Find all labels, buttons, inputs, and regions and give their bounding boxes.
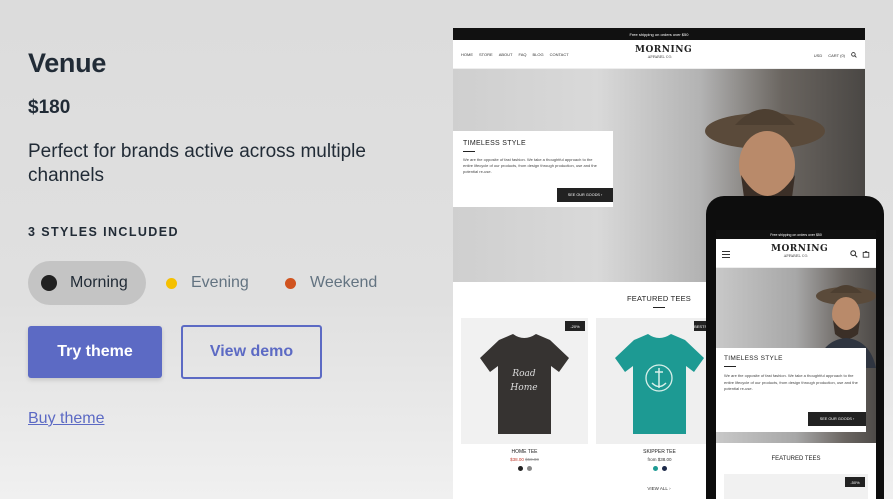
nav-link-blog[interactable]: BLOG bbox=[533, 52, 544, 57]
nav-link-about[interactable]: ABOUT bbox=[499, 52, 513, 57]
theme-title: Venue bbox=[28, 48, 107, 78]
style-selector: Morning Evening Weekend bbox=[28, 261, 448, 305]
black-tee-image: Road Home bbox=[480, 334, 569, 434]
nav-link-faq[interactable]: FAQ bbox=[519, 52, 527, 57]
theme-price: $180 bbox=[28, 97, 71, 118]
search-icon[interactable] bbox=[851, 52, 857, 58]
logo-wordmark: MORNING bbox=[771, 244, 829, 254]
product-price: $38.00 $50.00 bbox=[461, 457, 588, 462]
morning-color-dot bbox=[41, 275, 57, 291]
evening-color-dot bbox=[166, 277, 177, 289]
mobile-header: MORNING APPAREL CO. bbox=[716, 239, 876, 268]
store-nav-right: USD CART (0) bbox=[814, 52, 857, 58]
menu-icon[interactable] bbox=[722, 251, 730, 258]
cart-link[interactable]: CART (0) bbox=[828, 53, 845, 58]
announcement-bar: Free shipping on orders over $50 bbox=[453, 28, 865, 40]
view-demo-button[interactable]: View demo bbox=[181, 325, 322, 379]
product-compare-price: $50.00 bbox=[525, 457, 539, 462]
nav-link-contact[interactable]: CONTACT bbox=[550, 52, 569, 57]
mobile-hero-banner: TIMELESS STYLE We are the opposite of fa… bbox=[716, 268, 876, 443]
nav-link-home[interactable]: HOME bbox=[461, 52, 473, 57]
swatch-navy[interactable] bbox=[661, 466, 667, 471]
mobile-announcement-bar: Free shipping on orders over $50 bbox=[716, 230, 876, 239]
mobile-hero-text: We are the opposite of fast fashion. We … bbox=[724, 373, 858, 391]
store-nav: HOME STORE ABOUT FAQ BLOG CONTACT bbox=[461, 52, 569, 57]
see-goods-button[interactable]: SEE OUR GOODS › bbox=[557, 188, 613, 202]
mobile-hero-divider bbox=[724, 366, 736, 367]
buy-theme-link[interactable]: Buy theme bbox=[28, 410, 104, 428]
swatch-gray[interactable] bbox=[526, 466, 532, 471]
store-header: HOME STORE ABOUT FAQ BLOG CONTACT MORNIN… bbox=[453, 40, 865, 69]
nav-link-store[interactable]: STORE bbox=[479, 52, 493, 57]
mobile-hero-title: TIMELESS STYLE bbox=[724, 355, 783, 362]
swatch-teal[interactable] bbox=[652, 466, 658, 471]
hero-text: We are the opposite of fast fashion. We … bbox=[463, 157, 597, 174]
logo-subtext: APPAREL CO. bbox=[783, 254, 809, 258]
mobile-featured-heading: FEATURED TEES bbox=[771, 456, 821, 462]
style-option-weekend[interactable]: Weekend bbox=[272, 261, 391, 305]
svg-text:Home: Home bbox=[509, 383, 537, 393]
hero-title: TIMELESS STYLE bbox=[463, 140, 526, 147]
see-goods-label: SEE OUR GOODS bbox=[819, 417, 852, 421]
featured-divider bbox=[653, 307, 665, 308]
product-swatches bbox=[596, 466, 723, 471]
phone-side-button bbox=[880, 448, 884, 466]
try-theme-button[interactable]: Try theme bbox=[28, 326, 162, 378]
product-swatches bbox=[461, 466, 588, 471]
theme-description: Perfect for brands active across multipl… bbox=[28, 141, 366, 186]
style-option-evening[interactable]: Evening bbox=[153, 261, 263, 305]
store-logo[interactable]: MORNING APPAREL CO. bbox=[635, 45, 693, 65]
style-option-label: Evening bbox=[191, 274, 249, 291]
product-badge: -20% bbox=[565, 321, 585, 331]
style-option-label: Morning bbox=[70, 274, 128, 291]
product-name: SKIPPER TEE bbox=[643, 449, 676, 455]
hero-card: TIMELESS STYLE We are the opposite of fa… bbox=[453, 131, 613, 207]
mobile-see-goods-button[interactable]: SEE OUR GOODS › bbox=[808, 412, 866, 426]
styles-heading: 3 STYLES INCLUDED bbox=[28, 225, 179, 239]
product-card-skipper-tee[interactable]: BESTSELLER bbox=[596, 318, 723, 444]
logo-subtext: APPAREL CO. bbox=[647, 55, 673, 59]
style-option-label: Weekend bbox=[310, 274, 378, 291]
search-icon[interactable] bbox=[850, 250, 858, 258]
teal-tee-image bbox=[615, 334, 704, 434]
see-goods-label: SEE OUR GOODS bbox=[567, 193, 600, 197]
product-name: HOME TEE bbox=[511, 449, 538, 455]
mobile-product-card[interactable]: -50% bbox=[724, 474, 868, 499]
product-card-home-tee[interactable]: Road Home -20% bbox=[461, 318, 588, 444]
weekend-color-dot bbox=[285, 277, 296, 289]
cart-icon[interactable] bbox=[862, 250, 870, 258]
product-sale-price: $38.00 bbox=[510, 457, 524, 462]
svg-text:Road: Road bbox=[511, 369, 536, 379]
mobile-logo[interactable]: MORNING APPAREL CO. bbox=[771, 244, 829, 258]
mobile-screen: Free shipping on orders over $50 MORNING… bbox=[716, 230, 876, 499]
hero-divider bbox=[463, 151, 475, 152]
logo-wordmark: MORNING bbox=[635, 45, 693, 55]
swatch-black[interactable] bbox=[517, 466, 523, 471]
style-option-morning[interactable]: Morning bbox=[28, 261, 146, 305]
currency-selector[interactable]: USD bbox=[814, 53, 822, 58]
mobile-preview: Free shipping on orders over $50 MORNING… bbox=[706, 196, 884, 499]
view-all-label: VIEW ALL bbox=[647, 486, 668, 491]
mobile-product-badge: -50% bbox=[845, 477, 865, 487]
product-price: from $38.00 bbox=[647, 457, 672, 462]
mobile-hero-card: TIMELESS STYLE We are the opposite of fa… bbox=[716, 348, 866, 432]
